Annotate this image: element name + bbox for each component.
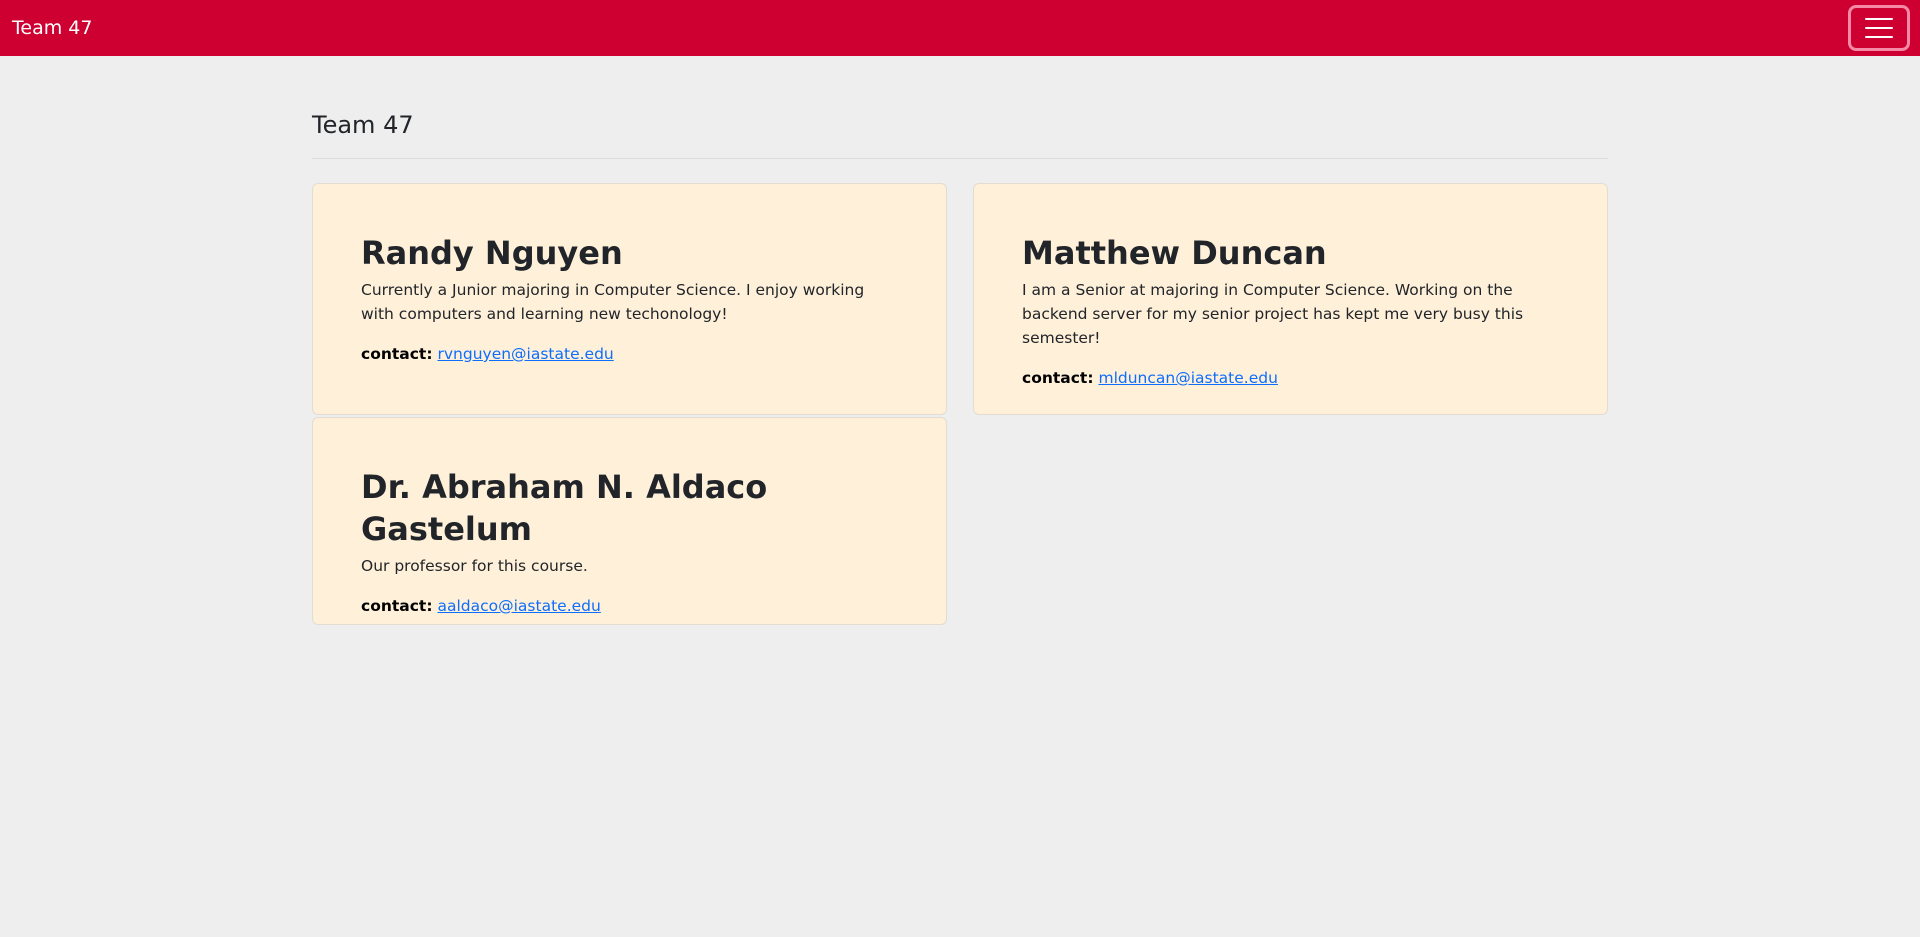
member-bio: I am a Senior at majoring in Computer Sc… (1022, 281, 1524, 347)
member-card-randy: Randy Nguyen Currently a Junior majoring… (312, 183, 947, 415)
contact-label: contact: (361, 597, 433, 615)
hamburger-menu-icon-bar-3 (1865, 36, 1893, 38)
menu-toggle-button[interactable] (1848, 5, 1910, 51)
member-bio: Our professor for this course. (361, 557, 588, 575)
member-name: Matthew Duncan (1022, 234, 1327, 272)
member-email-link[interactable]: mlduncan@iastate.edu (1098, 369, 1277, 387)
title-divider (312, 158, 1608, 159)
page-title: Team 47 (312, 111, 414, 139)
member-bio: Currently a Junior majoring in Computer … (361, 281, 865, 323)
member-email-link[interactable]: rvnguyen@iastate.edu (437, 345, 613, 363)
member-name: Dr. Abraham N. Aldaco Gastelum (361, 468, 768, 548)
main-content: Team 47 Randy Nguyen Currently a Junior … (312, 56, 1608, 625)
member-card-grid: Randy Nguyen Currently a Junior majoring… (312, 183, 1608, 625)
top-navbar: Team 47 (0, 0, 1920, 56)
member-card-professor: Dr. Abraham N. Aldaco Gastelum Our profe… (312, 417, 947, 625)
member-email-link[interactable]: aaldaco@iastate.edu (437, 597, 600, 615)
member-contact: contact: aaldaco@iastate.edu (361, 594, 898, 618)
member-name: Randy Nguyen (361, 234, 623, 272)
hamburger-menu-icon-bar-2 (1865, 27, 1893, 29)
member-contact: contact: rvnguyen@iastate.edu (361, 342, 898, 366)
contact-label: contact: (1022, 369, 1094, 387)
member-card-matthew: Matthew Duncan I am a Senior at majoring… (973, 183, 1608, 415)
hamburger-menu-icon (1865, 18, 1893, 20)
navbar-brand[interactable]: Team 47 (12, 17, 92, 39)
member-contact: contact: mlduncan@iastate.edu (1022, 366, 1559, 390)
contact-label: contact: (361, 345, 433, 363)
